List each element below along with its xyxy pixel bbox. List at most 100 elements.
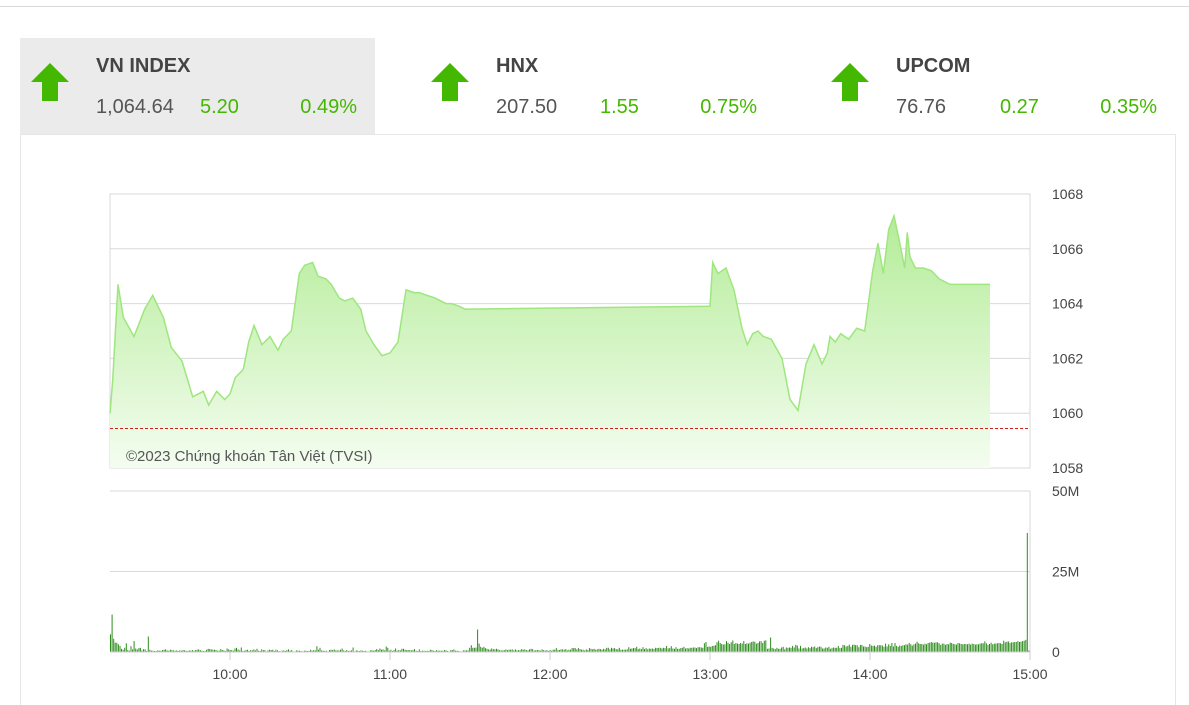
volume-bar: [992, 644, 994, 652]
volume-bar: [577, 648, 579, 652]
volume-bar: [656, 648, 658, 652]
volume-bar: [929, 642, 931, 652]
price-tick-label: 1064: [1052, 296, 1083, 312]
volume-bar: [922, 644, 924, 652]
volume-bar: [888, 644, 890, 652]
volume-bar: [607, 647, 609, 652]
volume-bar: [959, 643, 961, 652]
volume-bar: [571, 648, 573, 652]
volume-bar: [147, 636, 149, 652]
volume-bar: [651, 648, 653, 652]
volume-bar: [894, 643, 896, 652]
volume-bar: [686, 648, 688, 652]
volume-bar: [869, 644, 871, 652]
volume-bar: [957, 643, 959, 652]
volume-bar: [666, 645, 668, 652]
volume-bar: [606, 647, 608, 652]
volume-bar: [984, 641, 986, 652]
volume-bar: [733, 644, 735, 652]
volume-bar: [855, 645, 857, 652]
volume-bar: [889, 645, 891, 652]
volume-bar: [483, 646, 485, 652]
volume-bar: [555, 648, 557, 652]
volume-bar: [752, 641, 754, 652]
volume-bar: [927, 643, 929, 652]
volume-bar: [639, 648, 641, 652]
volume-bar: [119, 645, 121, 652]
volume-bar: [688, 648, 690, 652]
volume-bar: [634, 648, 636, 652]
volume-bar: [478, 643, 480, 652]
volume-bar: [379, 648, 381, 652]
volume-bar: [785, 647, 787, 652]
volume-bar: [946, 644, 948, 652]
volume-bar: [842, 644, 844, 652]
volume-bar: [1019, 642, 1020, 652]
volume-bar: [628, 647, 630, 652]
x-tick-label: 10:00: [212, 666, 247, 682]
volume-bar: [1023, 640, 1025, 652]
volume-bar: [1006, 641, 1008, 652]
volume-bar: [573, 648, 575, 652]
volume-bar: [1020, 641, 1022, 652]
volume-bar: [951, 643, 953, 652]
volume-bar: [574, 648, 576, 652]
volume-bar: [828, 646, 830, 652]
volume-bar: [937, 642, 939, 652]
volume-bar: [944, 644, 946, 652]
volume-bar: [974, 644, 976, 652]
volume-bar: [850, 646, 852, 652]
volume-bar: [711, 645, 713, 652]
volume-bar: [979, 643, 981, 652]
volume-bar: [814, 646, 816, 652]
volume-bar: [680, 648, 682, 652]
volume-bar: [722, 644, 724, 652]
volume-bar: [642, 647, 644, 652]
volume-bar: [859, 644, 861, 652]
volume-bar: [670, 646, 672, 652]
volume-bar: [834, 647, 836, 652]
volume-bar: [1001, 644, 1003, 652]
volume-bar: [822, 648, 824, 652]
volume-bar: [645, 648, 647, 652]
volume-bar: [913, 644, 915, 652]
volume-bar: [672, 648, 674, 652]
price-y-axis: 1068 1066 1064 1062 1060 1058: [1052, 186, 1083, 476]
volume-bar: [1022, 641, 1024, 652]
volume-bar: [900, 645, 902, 652]
volume-bar: [965, 644, 967, 652]
volume-bar: [703, 643, 705, 652]
volume-bar: [807, 647, 809, 652]
volume-bar: [130, 646, 132, 652]
volume-bar: [877, 645, 879, 652]
volume-bar: [111, 614, 113, 652]
volume-bar: [661, 648, 663, 652]
volume-bar: [113, 638, 115, 652]
intraday-chart[interactable]: ©2023 Chứng khoán Tân Việt (TVSI) 106810…: [0, 0, 1189, 696]
volume-bar: [735, 643, 737, 652]
volume-bar: [699, 647, 701, 652]
volume-bar: [902, 645, 904, 652]
volume-bar: [702, 647, 704, 652]
volume-bar: [781, 647, 783, 652]
volume-bar: [904, 645, 905, 652]
volume-bar: [967, 644, 968, 652]
volume-bars: [110, 532, 1030, 652]
volume-bar: [789, 647, 790, 652]
volume-bar: [760, 641, 762, 652]
volume-bar: [737, 643, 738, 652]
volume-grid: [110, 490, 1030, 653]
volume-bar: [817, 647, 819, 652]
price-tick-label: 1068: [1052, 186, 1083, 202]
volume-bar: [949, 642, 951, 652]
volume-bar: [710, 646, 712, 652]
volume-bar: [787, 647, 789, 652]
volume-bar: [968, 643, 970, 652]
volume-bar: [633, 648, 634, 652]
volume-bar: [976, 644, 978, 652]
volume-bar: [1014, 642, 1016, 652]
volume-bar: [892, 646, 894, 652]
volume-bar: [823, 648, 825, 652]
volume-bar: [815, 648, 817, 652]
volume-bar: [897, 646, 899, 652]
